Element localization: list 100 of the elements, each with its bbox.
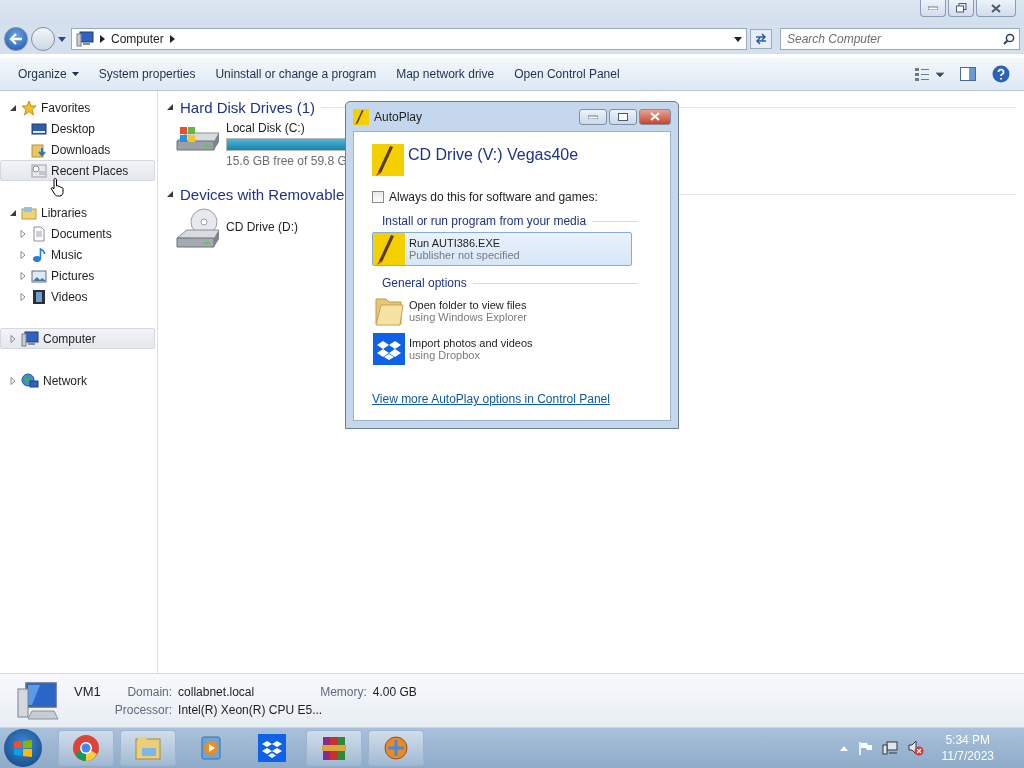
nav-item[interactable]: Network — [0, 370, 155, 391]
network-icon[interactable] — [881, 741, 898, 755]
folder-icon — [134, 734, 162, 762]
nav-item[interactable]: Videos — [0, 286, 155, 307]
back-arrow-icon — [9, 33, 23, 45]
network-globe-icon — [21, 372, 39, 389]
expanded-arrow-icon[interactable] — [9, 103, 17, 112]
nav-item-highlighted[interactable]: Computer — [0, 328, 155, 349]
app-icon — [382, 734, 410, 762]
field-label: Processor: — [114, 703, 173, 717]
computer-icon — [76, 31, 94, 47]
picture-icon — [31, 267, 47, 284]
collapsed-arrow-icon[interactable] — [19, 271, 27, 280]
section-heading[interactable]: Hard Disk Drives (1) — [180, 98, 315, 116]
library-icon — [21, 204, 37, 221]
pen-icon — [372, 144, 404, 176]
nav-item[interactable]: Libraries — [0, 202, 155, 223]
taskbar-app-button[interactable] — [368, 730, 424, 766]
taskbar-app-button[interactable] — [58, 730, 114, 766]
history-dropdown-icon[interactable] — [58, 36, 66, 42]
archive-books-icon — [320, 734, 348, 762]
field-value: collabnet.local — [178, 685, 255, 699]
nav-item[interactable]: Documents — [0, 223, 155, 244]
checkbox[interactable] — [372, 191, 384, 203]
preview-pane-icon[interactable] — [960, 67, 976, 81]
nav-item[interactable]: Downloads — [0, 139, 155, 160]
start-button[interactable] — [4, 729, 42, 767]
expanded-arrow-icon[interactable] — [9, 208, 17, 217]
collapsed-arrow-icon[interactable] — [9, 376, 17, 385]
toolbar-button[interactable]: Map network drive — [386, 63, 505, 85]
view-options-icon[interactable] — [914, 67, 944, 81]
refresh-button[interactable] — [750, 29, 772, 49]
minimize-icon — [928, 6, 938, 10]
autoplay-option[interactable]: Run AUTI386.EXE Publisher not specified — [372, 232, 632, 266]
collapsed-arrow-icon[interactable] — [19, 229, 27, 238]
toolbar-button[interactable]: Open Control Panel — [504, 63, 630, 85]
computer-icon — [16, 680, 60, 721]
computer-name: VM1 — [74, 684, 101, 699]
pen-icon — [353, 108, 369, 125]
maximize-button[interactable] — [609, 108, 637, 125]
minimize-icon — [588, 114, 598, 119]
help-icon[interactable] — [992, 65, 1010, 83]
back-button[interactable] — [4, 27, 28, 51]
restore-button[interactable] — [948, 0, 974, 17]
section-heading[interactable]: Devices with Removable — [180, 185, 345, 203]
collapsed-arrow-icon[interactable] — [19, 250, 27, 259]
folder-icon — [373, 295, 405, 327]
document-icon — [31, 225, 47, 242]
chevron-icon[interactable] — [169, 35, 175, 43]
nav-item[interactable]: Music — [0, 244, 155, 265]
field-label: Domain: — [126, 685, 173, 699]
collapsed-arrow-icon[interactable] — [19, 292, 27, 301]
menu-button[interactable]: Organize — [8, 63, 89, 85]
group-heading: General options — [382, 276, 467, 290]
expanded-arrow-icon[interactable] — [166, 103, 174, 111]
autoplay-option[interactable]: Open folder to view files using Windows Explorer — [372, 294, 632, 328]
volume-muted-icon[interactable] — [907, 740, 924, 756]
drive-name[interactable]: CD Drive (D:) — [226, 220, 298, 234]
search-icon — [1003, 33, 1015, 45]
nav-item-highlighted[interactable]: Recent Places — [0, 160, 155, 181]
dropdown-arrow-icon[interactable] — [734, 36, 742, 42]
autoplay-option[interactable]: Import photos and videos using Dropbox — [372, 332, 632, 366]
pen-icon — [373, 233, 405, 265]
download-folder-icon — [31, 141, 47, 158]
computer-icon — [21, 330, 39, 347]
windows-logo-icon — [13, 739, 33, 757]
dropdown-arrow-icon — [71, 72, 79, 76]
dropbox-icon — [373, 333, 405, 365]
breadcrumb-item[interactable]: Computer — [111, 32, 164, 46]
expanded-arrow-icon[interactable] — [166, 190, 174, 198]
group-heading: Install or run program from your media — [382, 214, 587, 228]
nav-item[interactable]: Favorites — [0, 97, 155, 118]
desktop-icon — [31, 120, 47, 137]
address-field[interactable]: Computer — [71, 28, 747, 50]
close-button[interactable] — [976, 0, 1016, 17]
dropbox-icon — [258, 734, 286, 762]
restore-icon — [955, 3, 967, 13]
recent-places-icon — [31, 162, 47, 179]
checkbox-label: Always do this for software and games: — [389, 190, 598, 204]
chevron-icon[interactable] — [100, 35, 105, 43]
minimize-button[interactable] — [579, 108, 607, 125]
field-label: Memory: — [319, 685, 367, 699]
dialog-title: AutoPlay — [374, 109, 423, 124]
taskbar-app-button[interactable] — [306, 730, 362, 766]
nav-item[interactable]: Pictures — [0, 265, 155, 286]
maximize-icon — [618, 112, 628, 121]
close-icon — [991, 3, 1001, 13]
toolbar-button[interactable]: System properties — [88, 63, 206, 85]
nav-item[interactable]: Desktop — [0, 118, 155, 139]
control-panel-link[interactable]: View more AutoPlay options in Control Panel — [372, 392, 670, 406]
field-value: Intel(R) Xeon(R) CPU E5... — [178, 703, 324, 717]
star-icon — [21, 99, 37, 116]
search-field[interactable]: Search Computer — [780, 28, 1020, 50]
close-button[interactable] — [639, 108, 671, 125]
music-note-icon — [31, 246, 47, 263]
film-icon — [31, 288, 47, 305]
toolbar-button[interactable]: Uninstall or change a program — [205, 63, 387, 85]
hand-cursor-icon — [50, 177, 66, 197]
collapsed-arrow-icon[interactable] — [9, 334, 17, 343]
field-value: 4.00 GB — [372, 685, 417, 699]
